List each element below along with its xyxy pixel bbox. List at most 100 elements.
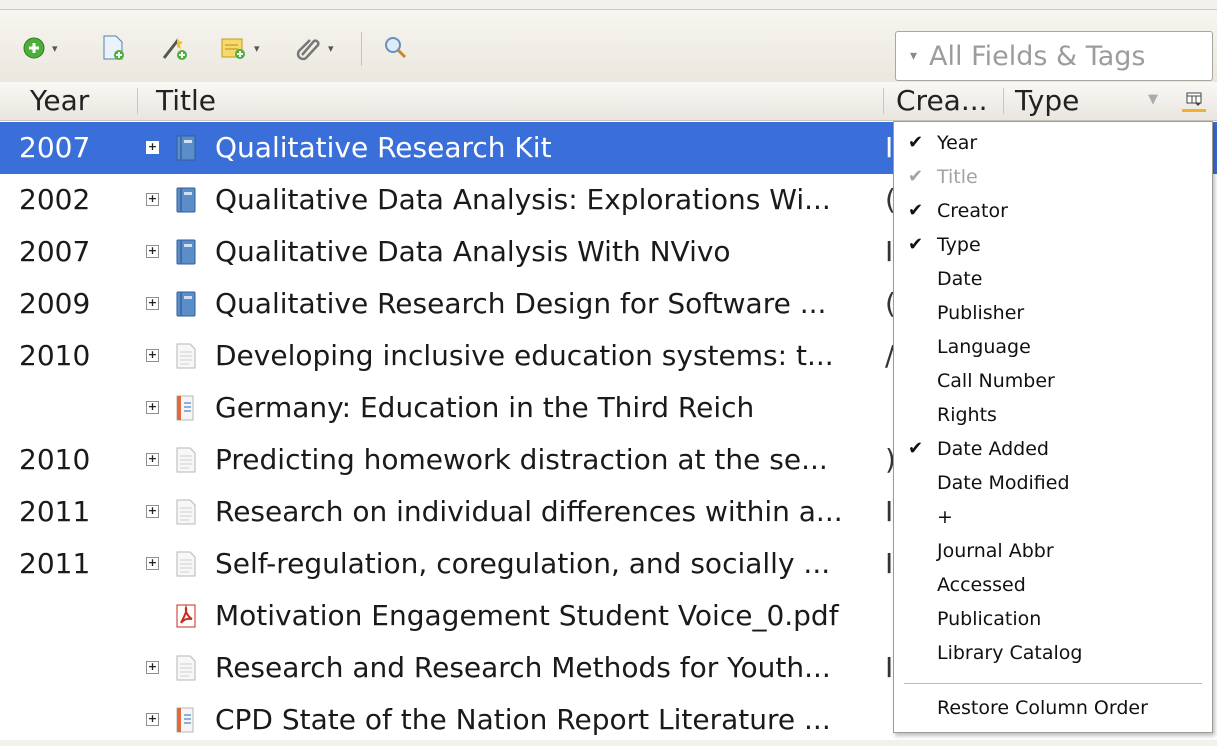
menu-item-type[interactable]: ✔ Type	[894, 228, 1212, 262]
toolbar-separator	[361, 32, 362, 66]
paperclip-icon	[296, 39, 320, 61]
column-picker-button[interactable]	[1182, 88, 1206, 112]
window-top-edge	[0, 0, 1217, 10]
dropdown-arrow-icon: ▾	[52, 41, 58, 55]
menu-item-journal-abbr[interactable]: Journal Abbr	[894, 534, 1212, 568]
menu-item-date-modified[interactable]: Date Modified	[894, 466, 1212, 500]
row-year: 2009	[19, 287, 91, 320]
sort-arrow-icon: ▼	[1148, 92, 1158, 107]
menu-item-label: Type	[937, 234, 981, 256]
expand-toggle-icon[interactable]: +	[146, 297, 159, 310]
row-title: Qualitative Research Kit	[215, 131, 552, 164]
menu-item-language[interactable]: Language	[894, 330, 1212, 364]
magic-wand-icon	[162, 37, 187, 60]
menu-item-library-catalog[interactable]: Library Catalog	[894, 636, 1212, 670]
menu-item-date[interactable]: Date	[894, 262, 1212, 296]
menu-item-label: Restore Column Order	[937, 697, 1148, 719]
add-attachment-button[interactable]: ▾	[296, 35, 334, 61]
expand-toggle-icon[interactable]: +	[146, 505, 159, 518]
pdf-icon	[175, 603, 197, 629]
book-icon	[175, 135, 197, 161]
row-title: Qualitative Research Design for Software…	[215, 287, 827, 320]
book-icon	[175, 291, 197, 317]
menu-item-publisher[interactable]: Publisher	[894, 296, 1212, 330]
menu-item-label: +	[937, 506, 953, 528]
expand-toggle-icon[interactable]: +	[146, 245, 159, 258]
expand-toggle-icon[interactable]: +	[146, 713, 159, 726]
menu-item-creator[interactable]: ✔ Creator	[894, 194, 1212, 228]
menu-item-label: Accessed	[937, 574, 1026, 596]
menu-item-restore-column-order[interactable]: Restore Column Order	[894, 691, 1212, 725]
menu-item-label: Publisher	[937, 302, 1025, 324]
menu-item-label: Date	[937, 268, 983, 290]
row-title: CPD State of the Nation Report Literatur…	[215, 703, 831, 736]
menu-item-label: Date Modified	[937, 472, 1070, 494]
column-separator[interactable]	[883, 88, 884, 114]
toolbar: ▾ ▾ ▾ ▾	[0, 10, 1217, 82]
search-mode-dropdown-icon[interactable]: ▾	[910, 48, 917, 64]
column-header-title[interactable]: Title	[156, 82, 216, 120]
add-by-identifier-button[interactable]	[160, 35, 190, 61]
column-picker-menu: Restore Column Order ✔ Year ✔ Title ✔ Creator…	[893, 121, 1213, 733]
menu-item-year[interactable]: ✔ Year	[894, 126, 1212, 160]
plus-circle-icon	[23, 37, 45, 59]
menu-item-more-columns[interactable]: +	[894, 500, 1212, 534]
expand-toggle-icon[interactable]: +	[146, 557, 159, 570]
column-separator[interactable]	[1003, 88, 1004, 114]
row-year: 2002	[19, 183, 91, 216]
checkmark-icon: ✔	[908, 234, 924, 255]
column-separator[interactable]	[137, 88, 138, 114]
journal-article-icon	[175, 551, 197, 577]
note-icon	[221, 38, 245, 59]
row-title: Research and Research Methods for Youth.…	[215, 651, 831, 684]
expand-toggle-icon[interactable]: +	[146, 141, 159, 154]
magnifier-icon	[385, 37, 407, 59]
row-title: Qualitative Data Analysis: Explorations …	[215, 183, 831, 216]
new-item-button[interactable]: ▾	[22, 35, 58, 61]
book-icon	[175, 187, 197, 213]
report-icon	[175, 707, 197, 733]
row-year: 2010	[19, 339, 91, 372]
row-title: Predicting homework distraction at the s…	[215, 443, 828, 476]
journal-article-icon	[175, 343, 197, 369]
menu-item-label: Language	[937, 336, 1031, 358]
menu-item-publication[interactable]: Publication	[894, 602, 1212, 636]
row-year: 2010	[19, 443, 91, 476]
advanced-search-button[interactable]	[384, 35, 408, 61]
menu-item-label: Publication	[937, 608, 1042, 630]
column-header-type[interactable]: Type	[1015, 82, 1079, 120]
menu-item-label: Call Number	[937, 370, 1055, 392]
search-input[interactable]	[927, 39, 1182, 73]
menu-item-call-number[interactable]: Call Number	[894, 364, 1212, 398]
menu-item-date-added[interactable]: ✔ Date Added	[894, 432, 1212, 466]
new-note-button[interactable]: ▾	[220, 35, 260, 61]
menu-item-rights[interactable]: Rights	[894, 398, 1212, 432]
search-field[interactable]: ▾	[895, 31, 1213, 81]
report-icon	[175, 395, 197, 421]
expand-toggle-icon[interactable]: +	[146, 661, 159, 674]
row-year: 2011	[19, 495, 91, 528]
column-header-creator[interactable]: Crea...	[896, 82, 988, 120]
checkmark-icon: ✔	[908, 132, 924, 153]
column-header-year[interactable]: Year	[30, 82, 89, 120]
expand-toggle-icon[interactable]: +	[146, 453, 159, 466]
checkmark-icon: ✔	[908, 166, 924, 187]
column-picker-icon	[1186, 92, 1202, 106]
menu-item-label: Date Added	[937, 438, 1049, 460]
new-item-from-page-button[interactable]	[100, 35, 126, 61]
row-year: 2007	[19, 235, 91, 268]
row-year: 2007	[19, 131, 91, 164]
menu-item-accessed[interactable]: Accessed	[894, 568, 1212, 602]
menu-item-title: ✔ Title	[894, 160, 1212, 194]
expand-toggle-icon[interactable]: +	[146, 349, 159, 362]
menu-item-label: Creator	[937, 200, 1008, 222]
new-document-icon	[103, 35, 124, 60]
journal-article-icon	[175, 655, 197, 681]
expand-toggle-icon[interactable]: +	[146, 401, 159, 414]
journal-article-icon	[175, 499, 197, 525]
row-title: Qualitative Data Analysis With NVivo	[215, 235, 731, 268]
row-title: Developing inclusive education systems: …	[215, 339, 834, 372]
expand-toggle-icon[interactable]: +	[146, 193, 159, 206]
menu-item-label: Title	[937, 166, 978, 188]
checkmark-icon: ✔	[908, 200, 924, 221]
